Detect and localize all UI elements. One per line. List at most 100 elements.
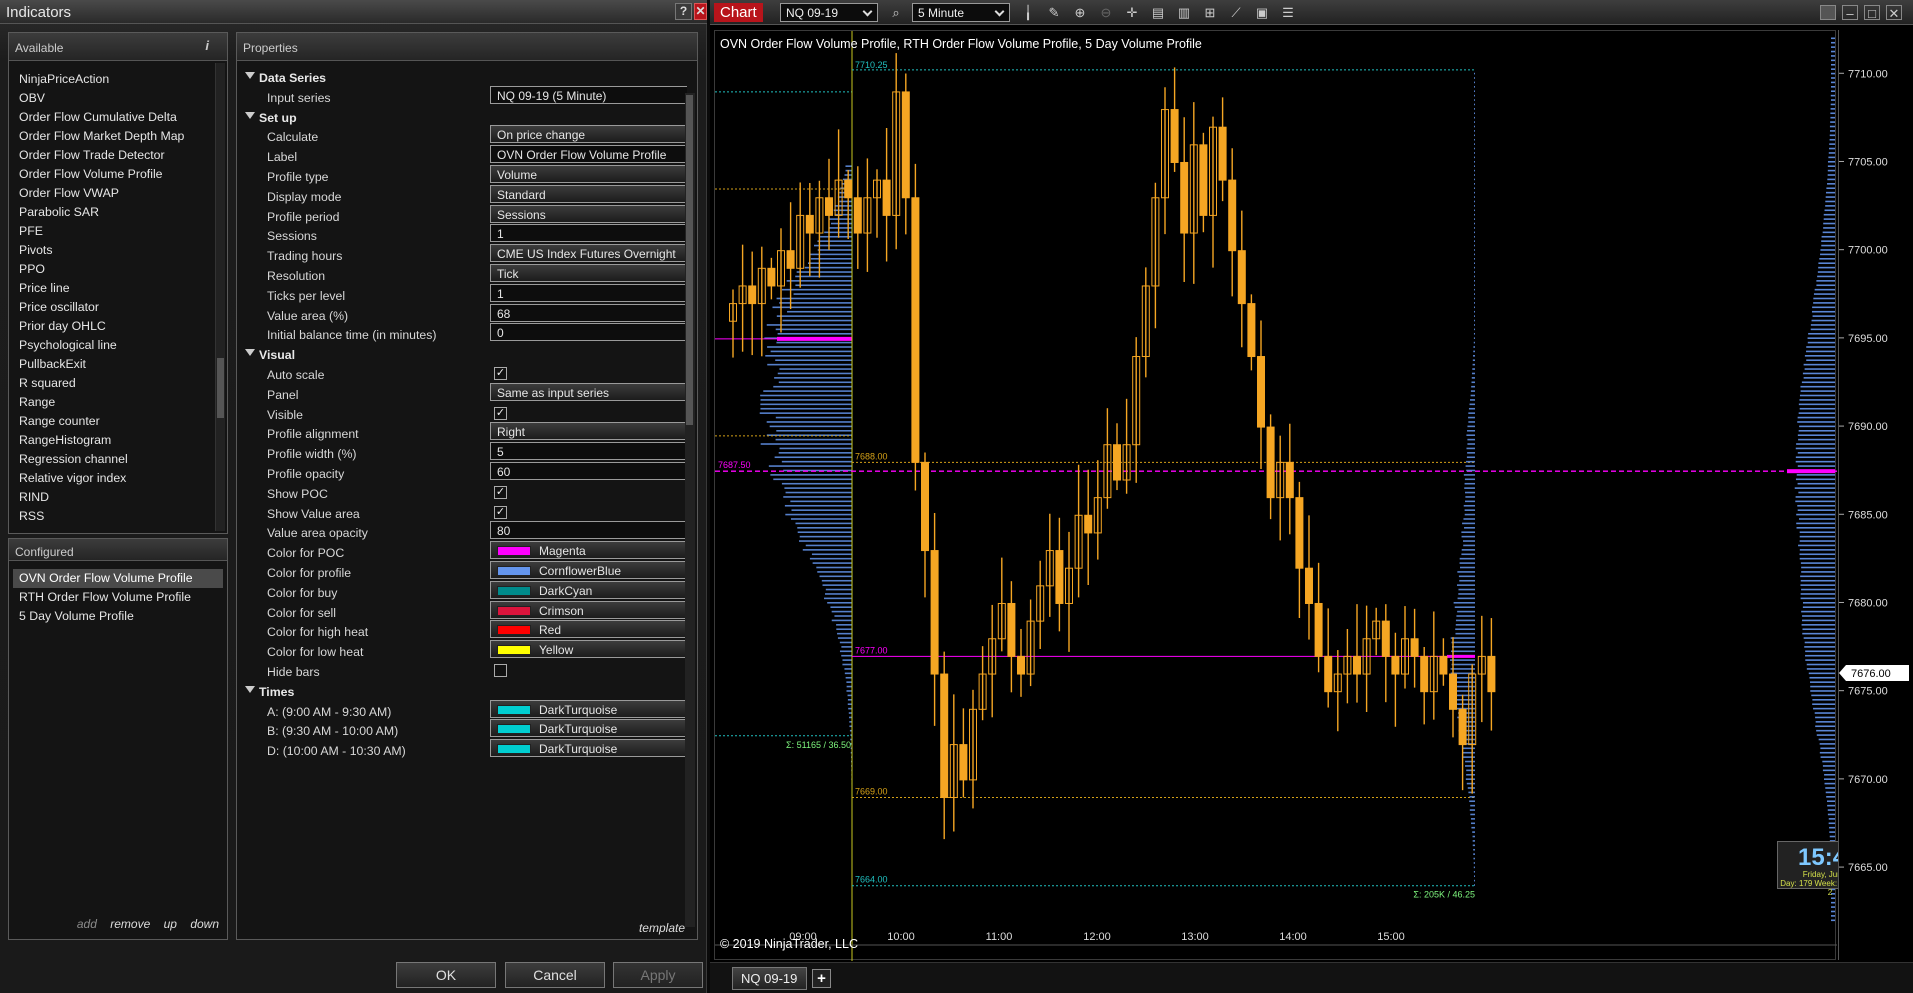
configured-list[interactable]: OVN Order Flow Volume Profile RTH Order F…: [13, 569, 223, 626]
available-item[interactable]: NinjaPriceAction: [13, 70, 211, 89]
available-item[interactable]: Order Flow VWAP: [13, 184, 211, 203]
zoom-in-icon[interactable]: ⊕: [1072, 5, 1088, 20]
collapse-arrow-icon[interactable]: [245, 72, 255, 79]
available-item[interactable]: R squared: [13, 374, 211, 393]
property-dropdown[interactable]: Yellow: [490, 640, 687, 659]
available-list[interactable]: NinjaPriceAction OBV Order Flow Cumulative…: [13, 70, 211, 521]
property-checkbox[interactable]: ✓: [494, 406, 507, 420]
property-input[interactable]: OVN Order Flow Volume Profile: [490, 145, 687, 164]
available-item[interactable]: RSS: [13, 507, 211, 521]
property-dropdown[interactable]: Magenta: [490, 541, 687, 560]
close-chart-icon[interactable]: ✕: [1886, 5, 1902, 21]
collapse-arrow-icon[interactable]: [245, 685, 255, 693]
available-item[interactable]: RangeHistogram: [13, 431, 211, 450]
property-input[interactable]: 1: [490, 224, 687, 243]
available-item[interactable]: Regression channel: [13, 450, 211, 469]
property-dropdown[interactable]: DarkTurquoise: [490, 699, 687, 718]
configured-item[interactable]: 5 Day Volume Profile: [13, 607, 223, 626]
property-input[interactable]: 68: [490, 303, 687, 322]
property-dropdown[interactable]: Right: [490, 422, 687, 441]
property-dropdown[interactable]: Red: [490, 620, 687, 639]
available-item[interactable]: PFE: [13, 222, 211, 241]
templates-icon[interactable]: ▥: [1176, 5, 1192, 20]
menu-icon[interactable]: ☰: [1280, 5, 1296, 20]
available-scrollbar[interactable]: [215, 63, 225, 531]
property-dropdown[interactable]: CornflowerBlue: [490, 561, 687, 579]
apply-button[interactable]: Apply: [613, 962, 703, 988]
chart-plot-area[interactable]: 7710.25 7687.50 7688.00 7677.00 7669.00 7664.…: [714, 30, 1881, 961]
instrument-selector[interactable]: NQ 09-19: [780, 3, 878, 22]
property-dropdown[interactable]: On price change: [490, 125, 687, 144]
available-item[interactable]: Price oscillator: [13, 298, 211, 317]
add-link[interactable]: add: [77, 917, 97, 931]
data-box-icon[interactable]: ▤: [1150, 5, 1166, 20]
available-item[interactable]: Order Flow Volume Profile: [13, 165, 211, 184]
available-item[interactable]: Relative vigor index: [13, 469, 211, 488]
property-dropdown[interactable]: Tick: [490, 264, 687, 282]
properties-scrollbar[interactable]: [685, 93, 695, 927]
available-item[interactable]: Prior day OHLC: [13, 317, 211, 336]
property-checkbox[interactable]: ✓: [494, 485, 507, 499]
property-checkbox[interactable]: [494, 664, 507, 677]
available-item[interactable]: Order Flow Trade Detector: [13, 146, 211, 165]
properties-icon[interactable]: ⊞: [1202, 5, 1218, 20]
down-link[interactable]: down: [190, 917, 219, 931]
property-input[interactable]: 60: [490, 462, 687, 480]
collapse-arrow-icon[interactable]: [245, 111, 255, 119]
property-input[interactable]: NQ 09-19 (5 Minute): [490, 85, 687, 104]
zoom-out-icon[interactable]: ⊖: [1098, 5, 1114, 20]
chart-tab[interactable]: NQ 09-19: [732, 967, 807, 990]
cancel-button[interactable]: Cancel: [505, 962, 605, 988]
remove-link[interactable]: remove: [110, 917, 150, 931]
price-chart[interactable]: 7710.25 7687.50 7688.00 7677.00 7669.00 7664.…: [715, 31, 1837, 961]
available-item[interactable]: Psychological line: [13, 336, 211, 355]
available-item[interactable]: Order Flow Market Depth Map: [13, 127, 211, 146]
available-item[interactable]: Parabolic SAR: [13, 203, 211, 222]
template-link[interactable]: template: [639, 921, 685, 935]
property-category[interactable]: Visual: [237, 344, 687, 366]
collapse-arrow-icon[interactable]: [245, 349, 255, 357]
info-icon[interactable]: i: [205, 38, 209, 53]
configured-item[interactable]: OVN Order Flow Volume Profile: [13, 569, 223, 588]
drawing-tool-icon[interactable]: ✎: [1046, 5, 1062, 20]
ok-button[interactable]: OK: [396, 962, 496, 988]
close-button[interactable]: ✕: [694, 3, 707, 20]
available-item[interactable]: Range: [13, 393, 211, 412]
property-input[interactable]: 5: [490, 442, 687, 461]
available-item[interactable]: Range counter: [13, 412, 211, 431]
property-checkbox[interactable]: ✓: [494, 367, 507, 380]
add-tab-button[interactable]: +: [812, 969, 831, 988]
minimize-icon[interactable]: –: [1842, 5, 1858, 21]
property-dropdown[interactable]: DarkCyan: [490, 580, 687, 599]
available-item[interactable]: Pivots: [13, 241, 211, 260]
available-scroll-thumb[interactable]: [217, 358, 224, 418]
bars-type-icon[interactable]: ╽: [1020, 5, 1036, 20]
crosshair-icon[interactable]: ✛: [1124, 5, 1140, 20]
interval-selector[interactable]: 5 Minute: [912, 3, 1010, 22]
window-pin-icon[interactable]: [1820, 5, 1836, 20]
strategies-icon[interactable]: ⟋: [1228, 5, 1244, 20]
price-axis[interactable]: 7710.00 7705.00 7700.00 7695.00 7690.00 7685.…: [1838, 30, 1909, 960]
property-dropdown[interactable]: Same as input series: [490, 382, 687, 401]
property-checkbox[interactable]: ✓: [494, 505, 507, 519]
property-input[interactable]: 0: [490, 323, 687, 342]
up-link[interactable]: up: [164, 917, 177, 931]
configured-item[interactable]: RTH Order Flow Volume Profile: [13, 588, 223, 607]
available-item[interactable]: Order Flow Cumulative Delta: [13, 108, 211, 127]
maximize-icon[interactable]: □: [1864, 5, 1880, 21]
available-item[interactable]: Price line: [13, 279, 211, 298]
available-item[interactable]: PPO: [13, 260, 211, 279]
property-dropdown[interactable]: DarkTurquoise: [490, 719, 687, 738]
property-dropdown[interactable]: DarkTurquoise: [490, 739, 687, 758]
property-dropdown[interactable]: Sessions: [490, 204, 687, 223]
property-input[interactable]: 1: [490, 283, 687, 302]
available-item[interactable]: OBV: [13, 89, 211, 108]
property-dropdown[interactable]: CME US Index Futures Overnight: [490, 244, 687, 263]
property-dropdown[interactable]: Volume: [490, 165, 687, 183]
property-dropdown[interactable]: Crimson: [490, 600, 687, 619]
properties-scroll-thumb[interactable]: [686, 95, 693, 425]
available-item[interactable]: PullbackExit: [13, 355, 211, 374]
property-input[interactable]: 80: [490, 521, 687, 540]
search-icon[interactable]: ⌕: [888, 5, 904, 20]
indicators-icon[interactable]: ▣: [1254, 5, 1270, 20]
